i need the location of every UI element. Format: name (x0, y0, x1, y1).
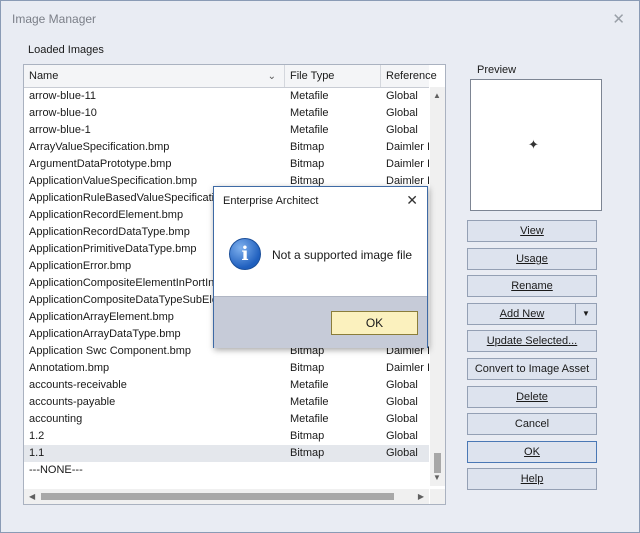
table-row[interactable]: ArgumentDataPrototype.bmp Bitmap Daimler I (24, 156, 429, 173)
cell-type: Metafile (290, 396, 329, 408)
cell-ref: Global (386, 447, 418, 459)
cell-ref: Global (386, 107, 418, 119)
rename-button[interactable]: Rename (467, 275, 597, 297)
cell-type: Bitmap (290, 430, 325, 442)
cell-ref: Global (386, 430, 418, 442)
horizontal-scrollbar[interactable]: ◀ ▶ (24, 489, 429, 504)
table-row[interactable]: 1.1 Bitmap Global (24, 445, 429, 462)
cell-name: 1.1 (29, 447, 45, 459)
scroll-right-arrow-icon[interactable]: ▶ (418, 492, 424, 501)
cell-ref: Daimler I (386, 141, 429, 153)
list-header: Name ⌄ File Type Reference (24, 65, 437, 88)
cell-name: 1.2 (29, 430, 45, 442)
dialog-message: Not a supported image file (272, 248, 413, 262)
cell-name: Annotatiom.bmp (29, 362, 110, 374)
cell-name: arrow-blue-1 (29, 124, 91, 136)
convert-to-image-asset-button[interactable]: Convert to Image Asset (467, 358, 597, 380)
cell-type: Metafile (290, 124, 329, 136)
cell-type: Bitmap (290, 158, 325, 170)
info-icon: i (229, 238, 261, 270)
table-row[interactable]: arrow-blue-1 Metafile Global (24, 122, 429, 139)
cell-type: Bitmap (290, 141, 325, 153)
loaded-images-label: Loaded Images (28, 44, 104, 56)
cell-name: accounting (29, 413, 83, 425)
scroll-corner (430, 489, 445, 504)
usage-button[interactable]: Usage (467, 248, 597, 270)
column-header-name-label: Name (29, 70, 59, 82)
cell-type: Bitmap (290, 362, 325, 374)
column-header-file-type[interactable]: File Type (285, 65, 381, 87)
table-row[interactable]: arrow-blue-10 Metafile Global (24, 105, 429, 122)
table-row[interactable]: ---NONE--- (24, 462, 429, 479)
preview-label: Preview (477, 64, 517, 76)
cell-ref: Global (386, 124, 418, 136)
preview-box: ✦ (470, 79, 602, 211)
cell-name: arrow-blue-10 (29, 107, 97, 119)
cell-type: Metafile (290, 107, 329, 119)
table-row[interactable]: accounting Metafile Global (24, 411, 429, 428)
cell-ref: Global (386, 396, 418, 408)
dropdown-arrow-icon[interactable]: ▼ (575, 304, 596, 324)
cell-name: accounts-payable (29, 396, 116, 408)
cell-ref: Global (386, 90, 418, 102)
dialog-ok-button[interactable]: OK (331, 311, 418, 335)
add-new-label: Add New (499, 308, 545, 320)
cell-name: arrow-blue-11 (29, 90, 97, 102)
image-manager-window: Image Manager ✕ Loaded Images Name ⌄ Fil… (0, 0, 640, 533)
table-row[interactable]: accounts-receivable Metafile Global (24, 377, 429, 394)
cell-ref: Global (386, 413, 418, 425)
help-button[interactable]: Help (467, 468, 597, 490)
cell-ref: Global (386, 379, 418, 391)
cell-ref: Daimler I (386, 362, 429, 374)
table-row[interactable]: accounts-payable Metafile Global (24, 394, 429, 411)
chevron-down-icon[interactable]: ⌄ (268, 66, 276, 87)
cancel-button[interactable]: Cancel (467, 413, 597, 435)
crosshair-icon: ✦ (528, 137, 539, 152)
delete-button[interactable]: Delete (467, 386, 597, 408)
view-button[interactable]: View (467, 220, 597, 242)
cell-type: Metafile (290, 379, 329, 391)
vertical-scrollbar[interactable]: ▲ ▼ (430, 87, 445, 486)
cell-type (290, 462, 380, 479)
add-new-button[interactable]: Add New ▼ (467, 303, 597, 325)
cell-name: ---NONE--- (29, 464, 83, 476)
cell-type: Metafile (290, 90, 329, 102)
column-header-reference[interactable]: Reference (381, 65, 441, 87)
window-title: Image Manager (12, 12, 97, 26)
cell-ref: Daimler I (386, 158, 429, 170)
ok-button[interactable]: OK (467, 441, 597, 463)
close-icon[interactable]: ✕ (406, 192, 418, 209)
dialog-footer: OK (214, 296, 427, 348)
message-dialog: Enterprise Architect ✕ i Not a supported… (213, 186, 428, 348)
scroll-left-arrow-icon[interactable]: ◀ (29, 492, 35, 501)
cell-name: ArgumentDataPrototype.bmp (29, 158, 172, 170)
dialog-title: Enterprise Architect (223, 195, 319, 207)
table-row[interactable]: ArrayValueSpecification.bmp Bitmap Daimler… (24, 139, 429, 156)
cell-type: Bitmap (290, 447, 325, 459)
table-row[interactable]: arrow-blue-11 Metafile Global (24, 88, 429, 105)
cell-name: ArrayValueSpecification.bmp (29, 141, 170, 153)
column-header-name[interactable]: Name ⌄ (24, 65, 285, 87)
update-selected-button[interactable]: Update Selected... (467, 330, 597, 352)
cell-ref (386, 462, 429, 479)
table-row[interactable]: Annotatiom.bmp Bitmap Daimler I (24, 360, 429, 377)
cell-type: Metafile (290, 413, 329, 425)
title-bar: Image Manager ✕ (1, 1, 639, 37)
horizontal-scroll-thumb[interactable] (41, 493, 394, 500)
scroll-up-arrow-icon[interactable]: ▲ (433, 91, 441, 100)
cell-name: accounts-receivable (29, 379, 127, 391)
vertical-scroll-thumb[interactable] (434, 453, 441, 473)
scroll-down-arrow-icon[interactable]: ▼ (433, 473, 441, 482)
close-icon[interactable]: ✕ (612, 10, 625, 28)
table-row[interactable]: 1.2 Bitmap Global (24, 428, 429, 445)
